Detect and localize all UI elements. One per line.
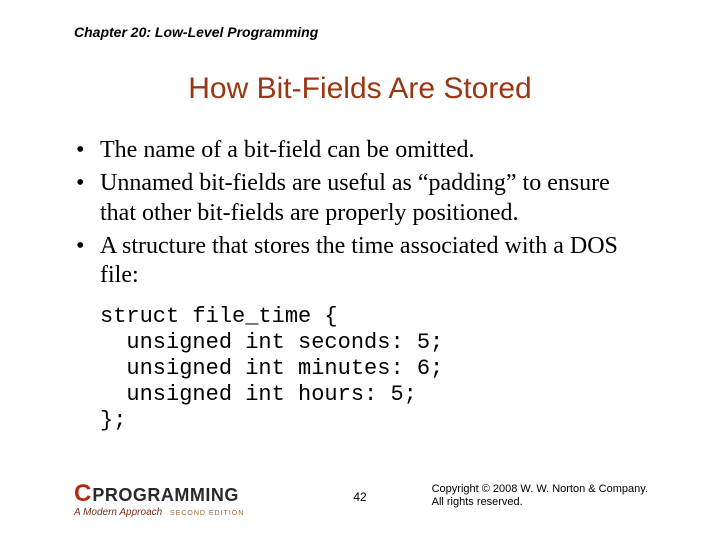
footer: C PROGRAMMING A Modern Approach SECOND E… <box>0 474 720 518</box>
copyright: Copyright © 2008 W. W. Norton & Company.… <box>432 483 648 511</box>
copyright-line-2: All rights reserved. <box>432 496 648 510</box>
slide-body: The name of a bit-field can be omitted. … <box>74 136 650 434</box>
logo-subtitle: A Modern Approach SECOND EDITION <box>74 507 244 518</box>
bullet-item: The name of a bit-field can be omitted. <box>74 136 650 165</box>
slide-title: How Bit-Fields Are Stored <box>0 72 720 106</box>
logo-edition-text: SECOND EDITION <box>170 510 244 517</box>
slide: Chapter 20: Low-Level Programming How Bi… <box>0 0 720 540</box>
code-block: struct file_time { unsigned int seconds:… <box>100 304 650 434</box>
bullet-item: A structure that stores the time associa… <box>74 232 650 291</box>
logo-sub-text: A Modern Approach <box>74 507 162 518</box>
chapter-heading: Chapter 20: Low-Level Programming <box>74 24 318 40</box>
bullet-item: Unnamed bit-fields are useful as “paddin… <box>74 169 650 228</box>
bullet-list: The name of a bit-field can be omitted. … <box>74 136 650 290</box>
copyright-line-1: Copyright © 2008 W. W. Norton & Company. <box>432 483 648 497</box>
